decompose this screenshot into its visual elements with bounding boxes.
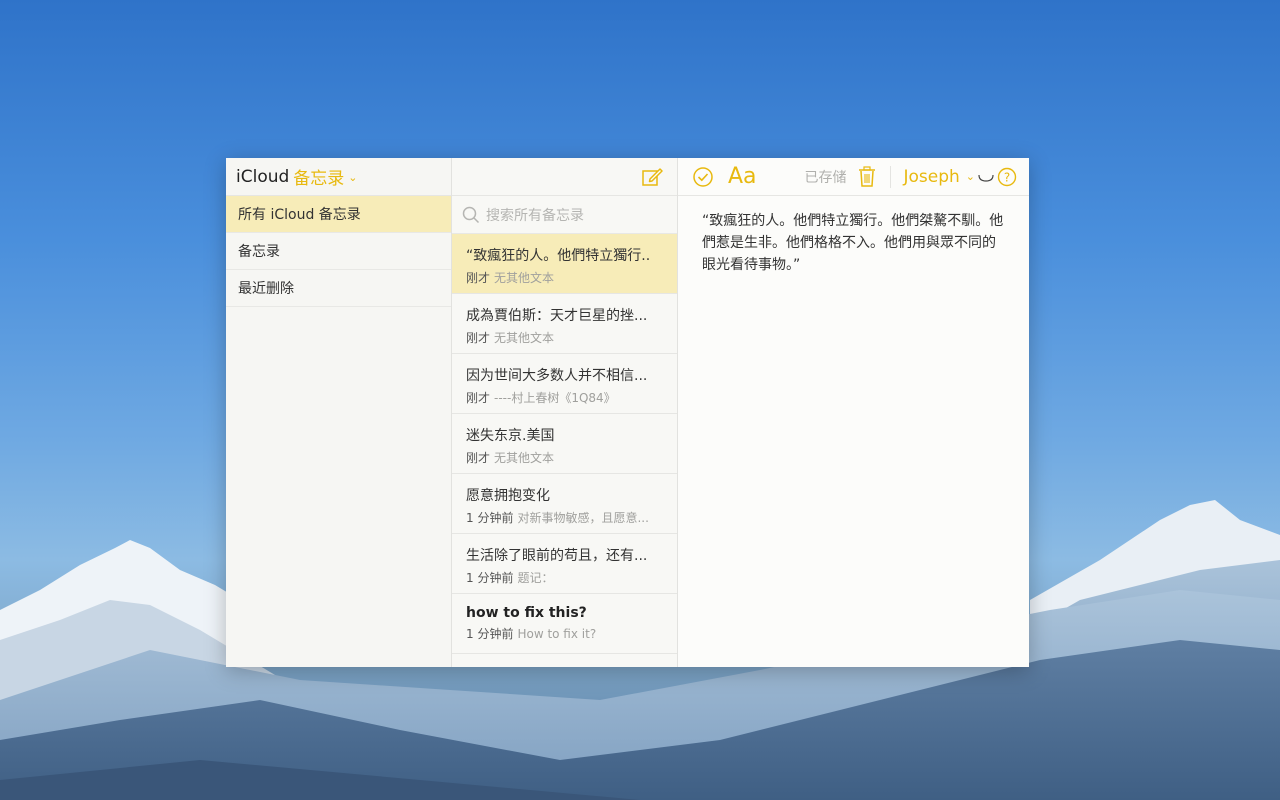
search-field[interactable]: 搜索所有备忘录 [452,196,677,234]
search-icon [462,206,480,223]
note-list-item[interactable]: 愿意拥抱变化 1 分钟前 对新事物敏感，且愿意... [452,474,677,534]
notes-app-window: iCloud 备忘录 ⌄ 所有 iCloud 备忘录 备忘录 最近删除 搜索所有… [226,158,1029,667]
note-title: 生活除了眼前的苟且，还有... [466,548,648,564]
folders-sidebar: iCloud 备忘录 ⌄ 所有 iCloud 备忘录 备忘录 最近删除 [226,158,452,667]
note-preview: ----村上春树《1Q84》 [494,391,616,405]
app-name: 备忘录 [293,169,345,189]
trash-icon[interactable] [858,165,876,188]
search-placeholder: 搜索所有备忘录 [486,207,584,224]
note-time: 刚才 [466,391,491,405]
note-preview: 对新事物敏感，且愿意... [517,511,649,525]
folder-item-notes[interactable]: 备忘录 [226,233,451,270]
note-list-item[interactable]: 生活除了眼前的苟且，还有... 1 分钟前 题记： [452,534,677,594]
user-menu[interactable]: Joseph [903,167,959,187]
format-text-button[interactable]: Aa [728,164,757,189]
note-content[interactable]: “致瘋狂的人。他們特立獨行。他們桀驁不馴。他們惹是生非。他們格格不入。他們用與眾… [678,196,1029,276]
note-time: 刚才 [466,271,491,285]
svg-text:?: ? [1004,170,1010,184]
note-list-item[interactable]: 因为世间大多数人并不相信... 刚才 ----村上春树《1Q84》 [452,354,677,414]
compose-icon[interactable] [641,166,663,188]
note-time: 刚才 [466,451,491,465]
note-preview: How to fix it? [517,627,597,641]
saved-status: 已存储 [804,169,847,186]
checklist-icon[interactable] [692,166,714,188]
notes-list-header [452,158,677,196]
note-title: 因为世间大多数人并不相信... [466,368,648,384]
chevron-down-icon: ⌄ [348,171,358,184]
toolbar-divider [890,165,892,188]
note-editor: Aa 已存储 Joseph ⌄ ? “致瘋狂的人。他們特立獨行。他們桀驁不馴。他… [678,158,1029,667]
account-switcher[interactable]: iCloud 备忘录 ⌄ [236,164,358,190]
note-list-item[interactable]: 成為賈伯斯：天才巨星的挫... 刚才 无其他文本 [452,294,677,354]
editor-toolbar: Aa 已存储 Joseph ⌄ ? [678,158,1029,196]
folders-header: iCloud 备忘录 ⌄ [226,158,451,196]
note-title: 迷失东京.美国 [466,428,555,444]
note-list-item[interactable]: “致瘋狂的人。他們特立獨行.. 刚才 无其他文本 [452,234,677,294]
folder-item-recently-deleted[interactable]: 最近删除 [226,270,451,307]
folder-item-all-icloud[interactable]: 所有 iCloud 备忘录 [226,196,451,233]
note-time: 1 分钟前 [466,571,514,585]
note-title: 成為賈伯斯：天才巨星的挫... [466,308,648,324]
note-preview: 无其他文本 [494,331,555,345]
chevron-down-icon[interactable]: ⌄ [966,170,975,183]
note-list-item[interactable]: 迷失东京.美国 刚才 无其他文本 [452,414,677,474]
note-time: 刚才 [466,331,491,345]
note-time: 1 分钟前 [466,627,514,641]
app-brand: iCloud [236,166,290,187]
notes-list-column: 搜索所有备忘录 “致瘋狂的人。他們特立獨行.. 刚才 无其他文本 成為賈伯斯：天才… [452,158,678,667]
note-list-item[interactable]: how to fix this? 1 分钟前 How to fix it? [452,594,677,654]
note-preview: 无其他文本 [494,271,555,285]
share-icon[interactable] [977,170,995,184]
note-preview: 题记： [517,571,554,585]
help-icon[interactable]: ? [997,167,1017,187]
note-title: “致瘋狂的人。他們特立獨行.. [466,248,651,264]
note-time: 1 分钟前 [466,511,514,525]
note-preview: 无其他文本 [494,451,555,465]
note-title: 愿意拥抱变化 [466,488,550,504]
note-title: how to fix this? [466,605,587,621]
